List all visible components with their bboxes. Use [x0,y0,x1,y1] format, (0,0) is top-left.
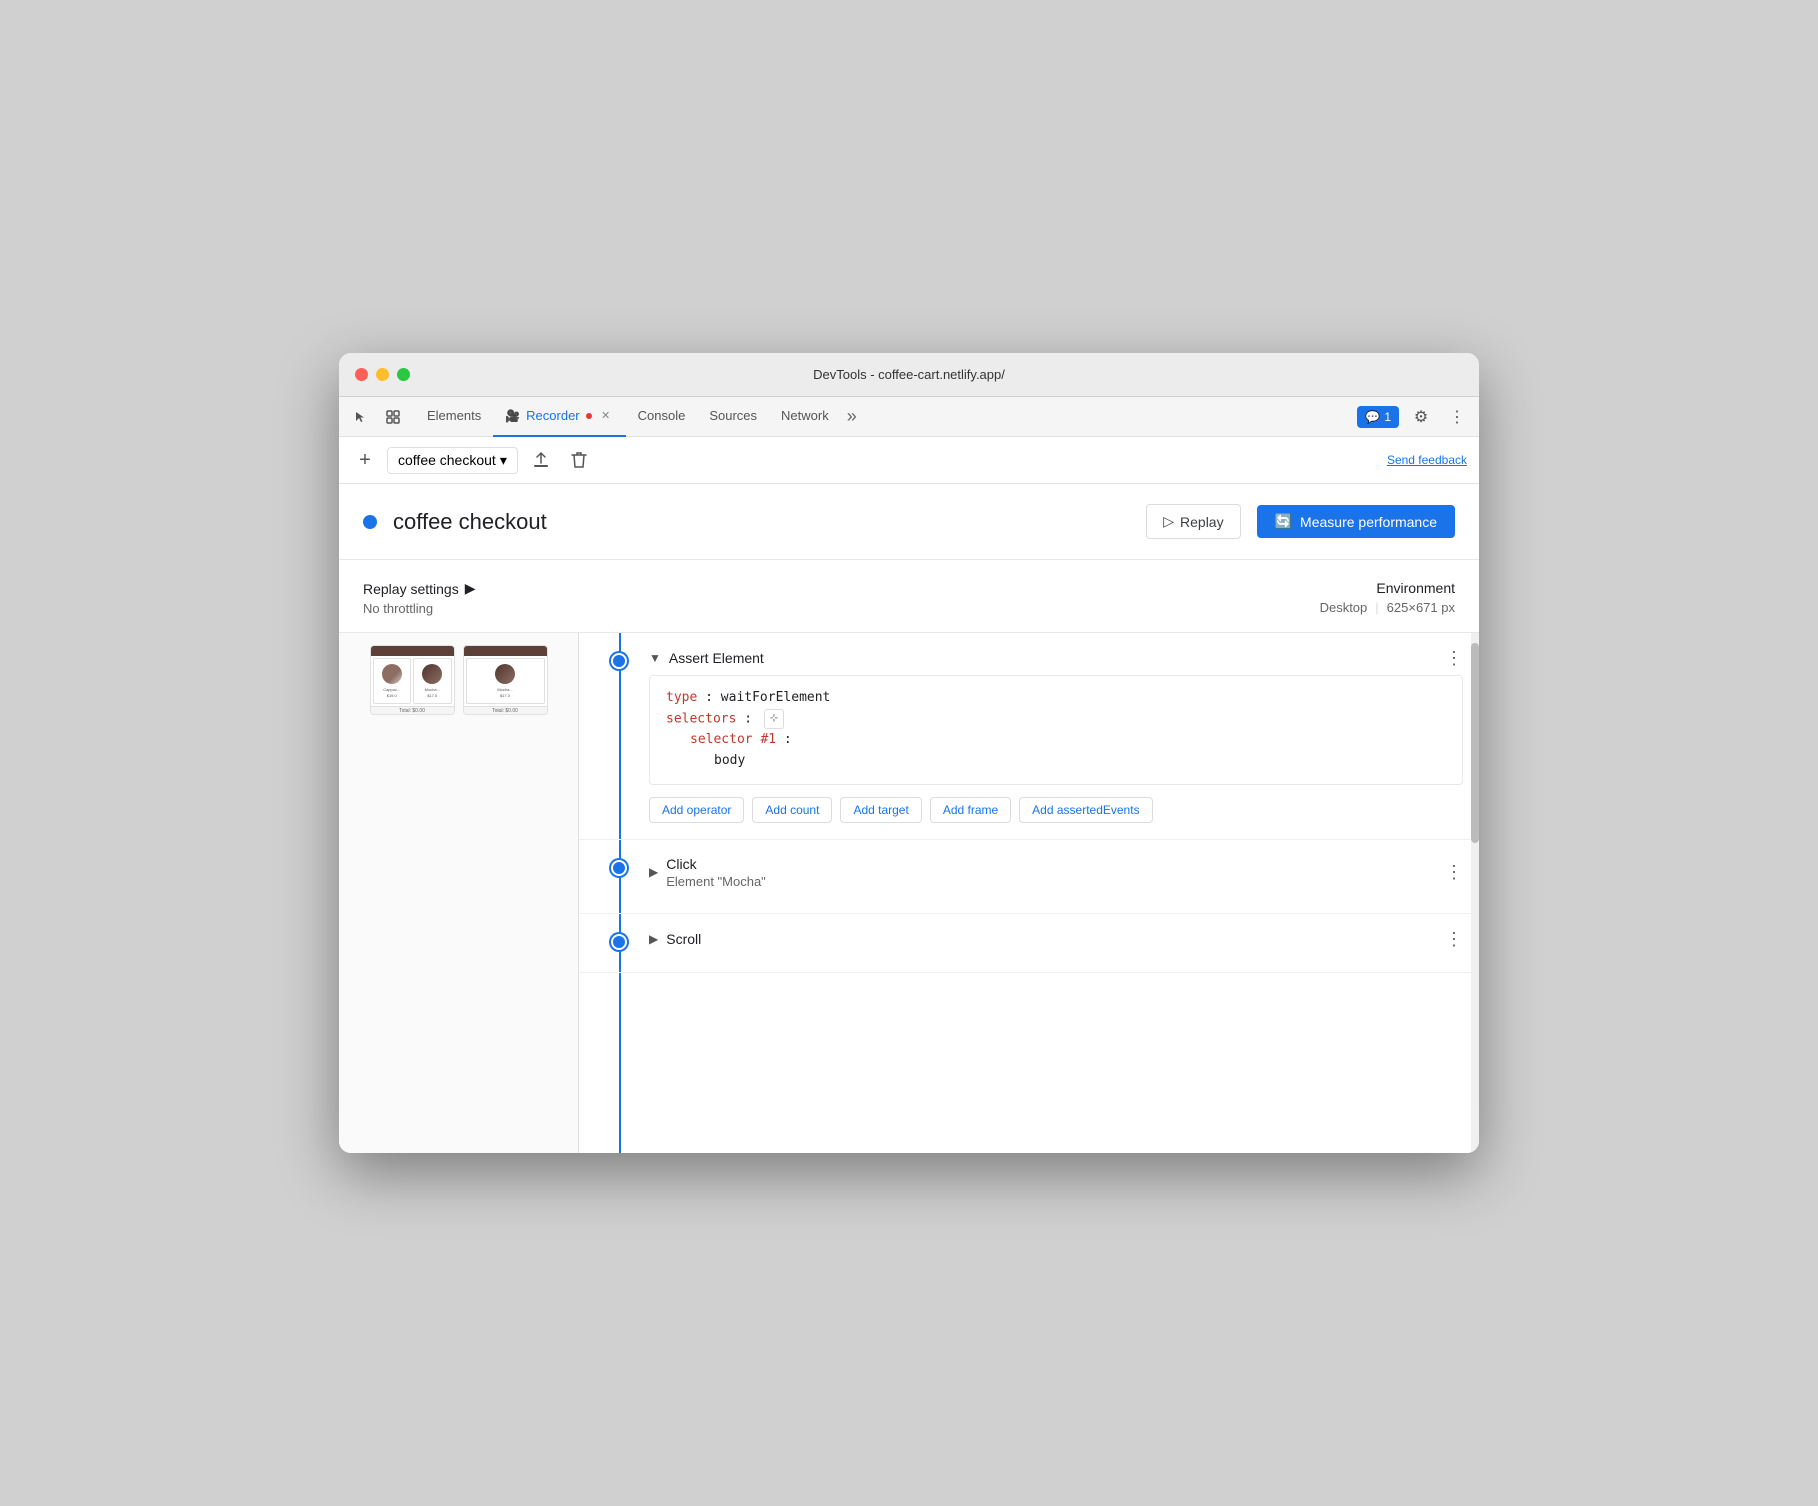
tab-recorder[interactable]: 🎥 Recorder ✕ [493,397,625,437]
steps-panel[interactable]: ▼ Assert Element ⋮ type : waitForElement… [579,633,1479,1153]
step-dot-1 [611,653,627,669]
type-val: waitForElement [721,690,831,705]
selector-sub-val: body [714,753,745,768]
environment-details: Desktop | 625×671 px [1320,600,1455,615]
step-1-actions: Add operator Add count Add target Add fr… [649,797,1463,823]
step-3-header: ▶ Scroll ⋮ [649,930,1463,948]
title-bar: DevTools - coffee-cart.netlify.app/ [339,353,1479,397]
step-2-more-btn[interactable]: ⋮ [1445,863,1463,881]
tab-console[interactable]: Console [626,397,698,437]
recording-header: coffee checkout ▷ Replay 🔄 Measure perfo… [339,484,1479,560]
step-click: ▶ Click Element "Mocha" ⋮ [579,840,1479,914]
chevron-right-icon: ▶ [465,580,476,597]
more-options-icon-btn[interactable]: ⋮ [1443,403,1471,431]
scrollbar[interactable] [1471,633,1479,1153]
tab-bar-left [347,403,407,431]
throttling-label: No throttling [363,601,476,616]
thumbnail-1: Cappuc... $19.0 Mocha... $17.0 Total: $0… [370,645,455,715]
recording-title: coffee checkout [393,509,1130,535]
thumbnail-2: Mocha... $17.0 Total: $0.00 [463,645,548,715]
step-3-title: Scroll [666,931,1437,947]
add-recording-btn[interactable]: + [351,446,379,474]
tab-elements[interactable]: Elements [415,397,493,437]
recorder-toolbar: + coffee checkout ▾ Send feedback [339,437,1479,484]
devtools-content: Elements 🎥 Recorder ✕ Console Sources Ne… [339,397,1479,1153]
chat-icon: 💬 [1365,410,1380,424]
selector-icon[interactable]: ⊹ [764,709,784,729]
settings-area: Replay settings ▶ No throttling Environm… [339,560,1479,633]
env-separator: | [1375,600,1378,615]
step-1-collapse-btn[interactable]: ▼ [649,651,661,665]
add-count-btn[interactable]: Add count [752,797,832,823]
close-button[interactable] [355,368,368,381]
step-1-title: Assert Element [669,650,1437,666]
tabs: Elements 🎥 Recorder ✕ Console Sources Ne… [415,397,1357,437]
steps-container: Cappuc... $19.0 Mocha... $17.0 Total: $0… [339,633,1479,1153]
resolution-label: 625×671 px [1387,600,1455,615]
recording-status-dot [363,515,377,529]
step-scroll: ▶ Scroll ⋮ [579,914,1479,973]
devtools-window: DevTools - coffee-cart.netlify.app/ [339,353,1479,1153]
step-2-subtitle: Element "Mocha" [666,874,1437,889]
thumbnail-panel: Cappuc... $19.0 Mocha... $17.0 Total: $0… [339,633,579,1153]
step-2-header: ▶ Click Element "Mocha" ⋮ [649,856,1463,889]
step-1-header: ▼ Assert Element ⋮ [649,649,1463,667]
add-target-btn[interactable]: Add target [840,797,921,823]
type-key: type [666,690,697,705]
window-title: DevTools - coffee-cart.netlify.app/ [813,367,1005,382]
more-tabs-btn[interactable]: » [841,406,863,427]
replay-settings: Replay settings ▶ No throttling [363,580,476,616]
selectors-key: selectors [666,711,736,726]
minimize-button[interactable] [376,368,389,381]
desktop-label: Desktop [1320,600,1368,615]
add-asserted-events-btn[interactable]: Add assertedEvents [1019,797,1152,823]
recorder-icon: 🎥 [505,409,520,423]
environment-info: Environment Desktop | 625×671 px [1320,580,1455,615]
step-2-expand-btn[interactable]: ▶ [649,865,658,879]
step-1-more-btn[interactable]: ⋮ [1445,649,1463,667]
step-dot-3 [611,934,627,950]
performance-icon: 🔄 [1275,513,1292,530]
scrollbar-thumb[interactable] [1471,643,1479,843]
feedback-icon-btn[interactable]: 💬 1 [1357,406,1399,428]
tab-network[interactable]: Network [769,397,841,437]
delete-btn[interactable] [564,445,594,475]
inspect-icon-btn[interactable] [379,403,407,431]
send-feedback-link[interactable]: Send feedback [1387,453,1467,467]
add-frame-btn[interactable]: Add frame [930,797,1011,823]
replay-settings-title[interactable]: Replay settings ▶ [363,580,476,597]
settings-icon-btn[interactable]: ⚙ [1407,403,1435,431]
step-dot-2 [611,860,627,876]
step-2-title: Click [666,856,1437,872]
cursor-icon [354,410,368,424]
cursor-icon-btn[interactable] [347,403,375,431]
tab-close-icon[interactable]: ✕ [598,408,614,424]
tab-bar-right: 💬 1 ⚙ ⋮ [1357,403,1471,431]
replay-button[interactable]: ▷ Replay [1146,504,1240,539]
play-icon: ▷ [1163,513,1174,530]
upload-btn[interactable] [526,445,556,475]
recording-name-label: coffee checkout [398,452,496,468]
inspect-icon [386,410,400,424]
environment-title: Environment [1320,580,1455,596]
tab-bar: Elements 🎥 Recorder ✕ Console Sources Ne… [339,397,1479,437]
tab-sources[interactable]: Sources [697,397,769,437]
step-3-more-btn[interactable]: ⋮ [1445,930,1463,948]
selector-sub-key: selector #1 [690,732,776,747]
maximize-button[interactable] [397,368,410,381]
chevron-down-icon: ▾ [500,452,507,469]
delete-icon [571,451,587,469]
add-operator-btn[interactable]: Add operator [649,797,744,823]
traffic-lights [355,368,410,381]
recording-name-dropdown[interactable]: coffee checkout ▾ [387,447,518,474]
step-3-expand-btn[interactable]: ▶ [649,932,658,946]
step-assert-element: ▼ Assert Element ⋮ type : waitForElement… [579,633,1479,840]
upload-icon [532,451,550,469]
recording-dot [586,413,592,419]
measure-performance-button[interactable]: 🔄 Measure performance [1257,505,1455,538]
step-1-content: type : waitForElement selectors : ⊹ sele… [649,675,1463,785]
